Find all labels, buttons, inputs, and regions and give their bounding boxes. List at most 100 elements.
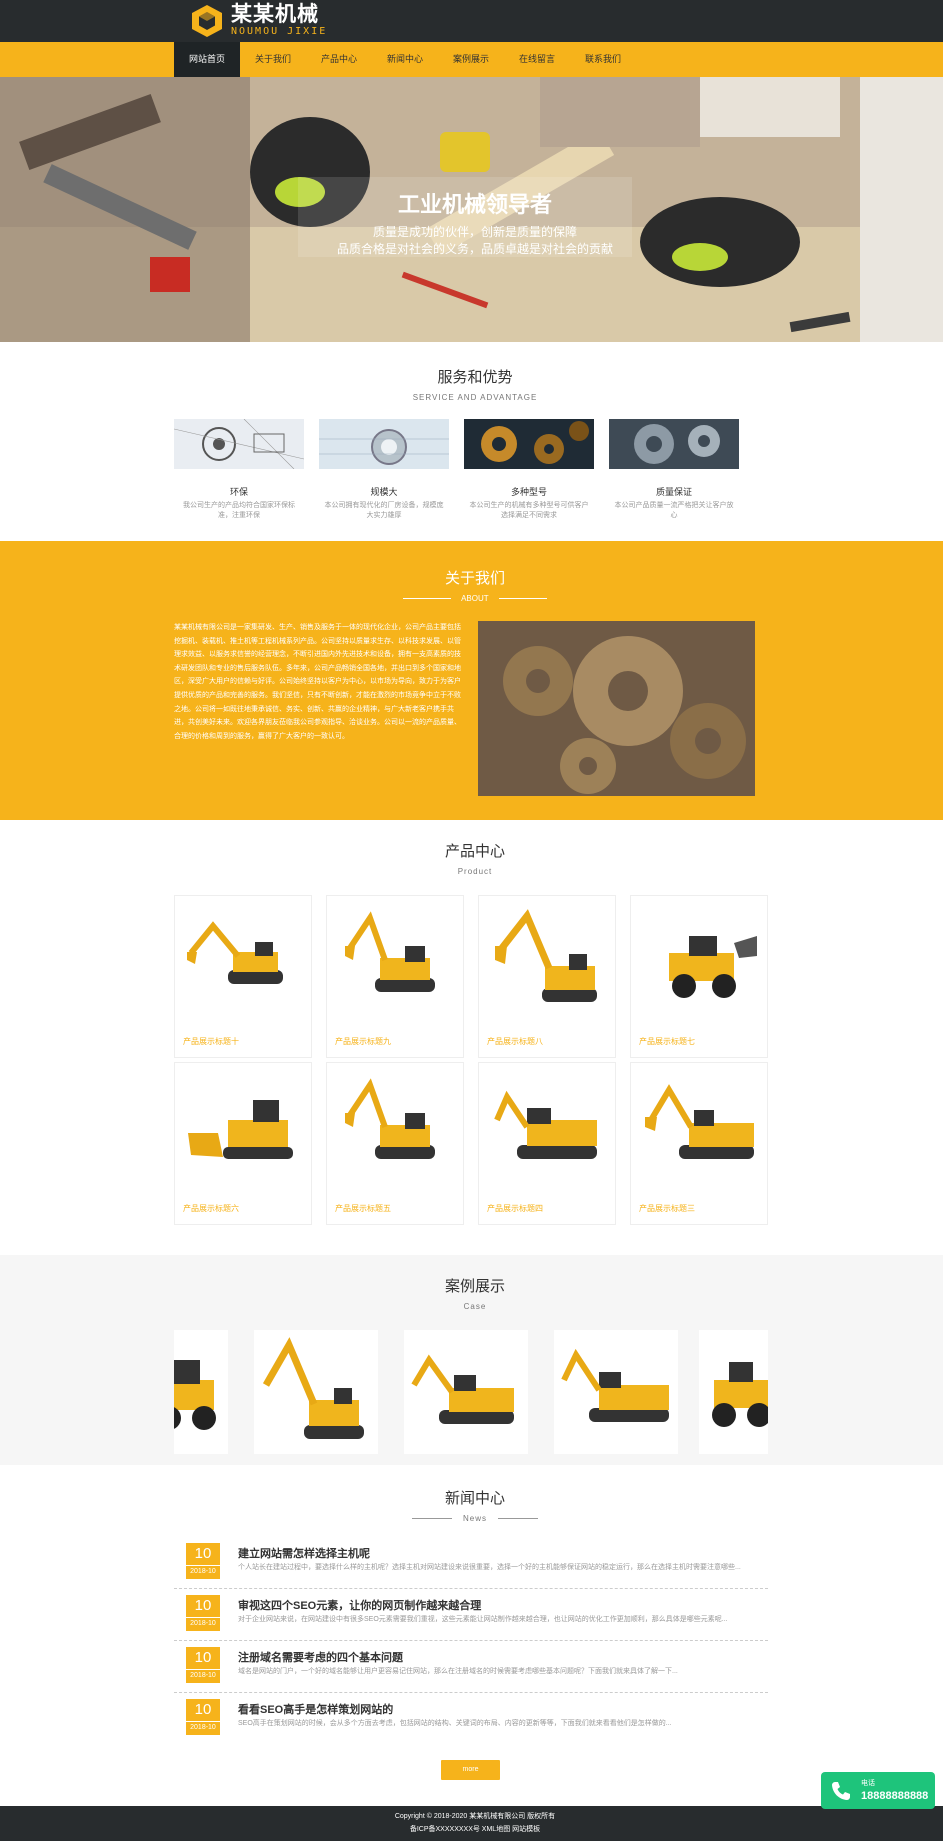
news-subtitle: News: [462, 1514, 487, 1523]
news-list: 10 2018-10 建立网站需怎样选择主机呢 个人站长在建站过程中，要选择什么…: [174, 1537, 768, 1745]
product-name: 产品展示标题五: [335, 1204, 391, 1213]
products-section: 产品中心 Product 产品展示标题十 产品展示标题九 产品展示标题八 产品展…: [0, 820, 950, 1255]
news-item[interactable]: 10 2018-10 注册域名需要考虑的四个基本问题 域名是网站的门户，一个好的…: [174, 1641, 768, 1693]
excavator-image: [411, 1354, 514, 1424]
service-image-gears-dark: [464, 419, 594, 469]
excavator-image: [494, 1090, 597, 1159]
service-card[interactable]: 多种型号 本公司生产的机械有多种型号可供客户选择满足不同需求: [464, 419, 594, 521]
service-name: 质量保证: [655, 487, 692, 497]
service-desc: 我公司生产的产品均符合国家环保标准，注重环保: [183, 502, 295, 519]
product-card[interactable]: 产品展示标题四: [478, 1062, 616, 1225]
news-item[interactable]: 10 2018-10 建立网站需怎样选择主机呢 个人站长在建站过程中，要选择什么…: [174, 1537, 768, 1589]
service-card[interactable]: 环保 我公司生产的产品均符合国家环保标准，注重环保: [173, 418, 305, 521]
product-name: 产品展示标题八: [487, 1037, 543, 1046]
news-desc: 对于企业网站来说，在网站建设中有很多SEO元素需要我们重视，这些元素能让网站制作…: [238, 1616, 728, 1623]
service-card[interactable]: 质量保证 本公司产品质量一流严格把关让客户放心: [609, 419, 739, 521]
product-card[interactable]: 产品展示标题五: [326, 1062, 464, 1225]
divider-line: [498, 598, 547, 600]
news-subtitle-row: News: [0, 1514, 950, 1523]
case-item[interactable]: [174, 1330, 228, 1454]
loader-image: [174, 1360, 216, 1430]
news-year-month: 2018-10: [186, 1617, 220, 1630]
banner-title: 工业机械领导者: [397, 192, 552, 217]
bulldozer-image: [188, 1100, 293, 1159]
product-card[interactable]: 产品展示标题十: [174, 895, 312, 1058]
news-section: 新闻中心 News 10 2018-10 建立网站需怎样选择主机呢 个人站长在建…: [0, 1465, 950, 1811]
news-year-month: 2018-10: [186, 1721, 220, 1734]
news-item[interactable]: 10 2018-10 审视这四个SEO元素，让你的网页制作越来越合理 对于企业网…: [174, 1589, 768, 1641]
product-card[interactable]: 产品展示标题六: [174, 1062, 312, 1225]
products-subtitle: Product: [457, 867, 493, 876]
case-item[interactable]: [404, 1330, 528, 1454]
cases-section: 案例展示 Case: [0, 1255, 950, 1465]
case-item[interactable]: [254, 1330, 378, 1454]
product-card[interactable]: 产品展示标题九: [326, 895, 464, 1058]
divider-line: [411, 1518, 452, 1520]
news-desc: SEO高手在策划网站的时候，会从多个方面去考虑，包括网站的结构、关键词的布局、内…: [238, 1720, 672, 1727]
logo[interactable]: 某某机械 NOUMOU JIXIE: [189, 3, 327, 39]
services-list: 环保 我公司生产的产品均符合国家环保标准，注重环保 规模大 本公司拥有现代化的厂…: [173, 418, 739, 521]
nav-item-contact[interactable]: 联系我们: [570, 42, 636, 77]
service-desc: 本公司产品质量一流严格把关让客户放心: [614, 502, 734, 519]
news-desc: 域名是网站的门户，一个好的域名能够让用户更容易记住网站，那么在注册域名的时候需要…: [238, 1668, 678, 1675]
excavator-image: [561, 1348, 669, 1422]
news-title: 新闻中心: [444, 1490, 505, 1507]
product-name: 产品展示标题六: [183, 1204, 239, 1213]
case-item[interactable]: [554, 1330, 678, 1454]
product-card[interactable]: 产品展示标题八: [478, 895, 616, 1058]
products-title: 产品中心: [444, 843, 505, 860]
news-year-month: 2018-10: [186, 1565, 220, 1578]
services-section: 服务和优势 SERVICE AND ADVANTAGE 环保 我公司生产的产品均…: [0, 342, 950, 541]
divider-line: [403, 598, 452, 600]
logo-subtitle: NOUMOU JIXIE: [231, 26, 328, 37]
nav-item-message[interactable]: 在线留言: [504, 42, 570, 77]
product-card[interactable]: 产品展示标题七: [630, 895, 768, 1058]
main-nav: 网站首页 关于我们 产品中心 新闻中心 案例展示 在线留言 联系我们: [174, 42, 636, 77]
nav-item-cases[interactable]: 案例展示: [438, 42, 504, 77]
phone-icon: [832, 1781, 850, 1800]
service-desc: 本公司拥有现代化的厂房设备，规模庞大实力雄厚: [324, 502, 444, 519]
nav-item-home[interactable]: 网站首页: [174, 42, 240, 77]
nav-item-news[interactable]: 新闻中心: [372, 42, 438, 77]
news-year-month: 2018-10: [186, 1669, 220, 1682]
news-day: 10: [194, 1545, 212, 1562]
divider-line: [498, 1518, 539, 1520]
service-card[interactable]: 规模大 本公司拥有现代化的厂房设备，规模庞大实力雄厚: [319, 419, 449, 521]
service-image-blueprint: [173, 418, 305, 470]
product-card[interactable]: 产品展示标题三: [630, 1062, 768, 1225]
case-item[interactable]: [699, 1330, 768, 1454]
service-name: 环保: [229, 487, 248, 497]
product-name: 产品展示标题四: [487, 1204, 543, 1213]
phone-number: 18888888888: [861, 1789, 929, 1802]
nav-item-products[interactable]: 产品中心: [306, 42, 372, 77]
excavator-image: [187, 921, 283, 984]
news-title[interactable]: 建立网站需怎样选择主机呢: [238, 1545, 370, 1561]
news-title[interactable]: 审视这四个SEO元素，让你的网页制作越来越合理: [238, 1597, 481, 1613]
nav-item-about[interactable]: 关于我们: [240, 42, 306, 77]
cases-subtitle: Case: [463, 1302, 487, 1311]
service-desc: 本公司生产的机械有多种型号可供客户选择满足不同需求: [469, 502, 589, 519]
news-date-badge: 10 2018-10: [186, 1543, 220, 1579]
cases-title: 案例展示: [444, 1278, 505, 1295]
news-date-badge: 10 2018-10: [186, 1595, 220, 1631]
news-desc: 个人站长在建站过程中，要选择什么样的主机呢？选择主机对网站建设来说很重要，选择一…: [238, 1564, 741, 1571]
footer: Copyright © 2018-2020 某某机械有限公司 版权所有 备ICP…: [0, 1806, 950, 1841]
news-day: 10: [194, 1701, 212, 1718]
news-day: 10: [194, 1649, 212, 1666]
floating-phone-button[interactable]: 电话 18888888888: [821, 1772, 935, 1809]
excavator-image: [345, 911, 435, 992]
footer-copyright: Copyright © 2018-2020 某某机械有限公司 版权所有: [394, 1813, 556, 1820]
footer-icp[interactable]: 备ICP备XXXXXXXX号 XML地图 网站模板: [0, 1823, 950, 1836]
news-more-button[interactable]: more: [441, 1760, 500, 1780]
case-carousel[interactable]: [174, 1330, 768, 1454]
hero-banner: 工业机械领导者 质量是成功的伙伴，创新是质量的保障 品质合格是对社会的义务，品质…: [0, 77, 950, 342]
services-title: 服务和优势: [437, 369, 513, 386]
service-name: 规模大: [370, 487, 398, 497]
banner-line-2: 品质合格是对社会的义务，品质卓越是对社会的贡献: [336, 242, 613, 256]
news-title[interactable]: 注册域名需要考虑的四个基本问题: [238, 1649, 403, 1665]
about-title: 关于我们: [444, 570, 505, 587]
news-title[interactable]: 看看SEO高手是怎样策划网站的: [238, 1701, 393, 1717]
service-image-bearing: [319, 419, 449, 469]
about-subtitle-row: ABOUT: [0, 594, 950, 603]
news-item[interactable]: 10 2018-10 看看SEO高手是怎样策划网站的 SEO高手在策划网站的时候…: [174, 1693, 768, 1745]
